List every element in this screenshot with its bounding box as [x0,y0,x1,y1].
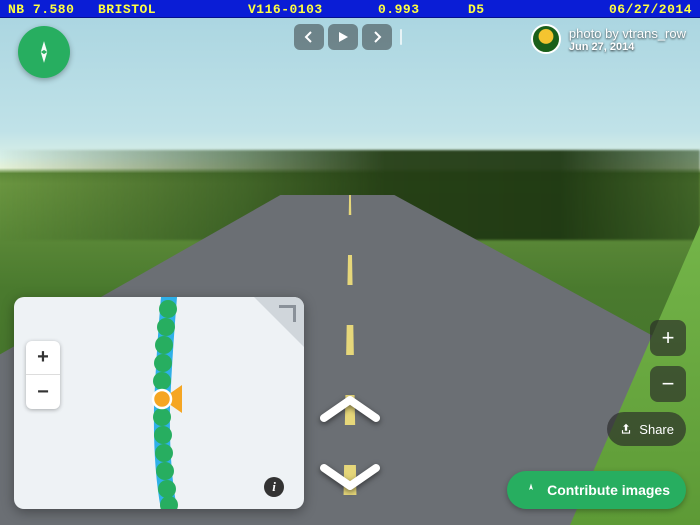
by-prefix: photo by [569,26,623,41]
minimap-zoom-in[interactable]: + [26,341,60,375]
hud-date: 06/27/2014 [609,2,692,17]
next-button[interactable] [362,24,392,50]
compass-icon [31,39,57,65]
street-viewer: NB 7.580 BRISTOL V116-0103 0.993 D5 06/2… [0,0,700,525]
share-label: Share [639,422,674,437]
play-icon [337,31,349,43]
hud-value: 0.993 [378,2,468,17]
share-icon [619,422,633,436]
play-button[interactable] [328,24,358,50]
nav-separator [400,29,402,45]
compass-button[interactable] [18,26,70,78]
hud-bar: NB 7.580 BRISTOL V116-0103 0.993 D5 06/2… [0,0,700,18]
contribute-button[interactable]: Contribute images [507,471,686,509]
zoom-out-button[interactable]: − [650,366,686,402]
hud-district: D5 [468,2,538,17]
right-controls: + − [650,320,686,402]
contribute-label: Contribute images [547,482,670,498]
hud-nb: NB 7.580 [8,2,98,17]
attribution-byline[interactable]: photo by vtrans_row [569,26,686,41]
avatar[interactable] [531,24,561,54]
prev-button[interactable] [294,24,324,50]
chevron-left-icon [303,31,315,43]
minimap[interactable]: + − i [14,297,304,509]
chevron-right-icon [371,31,383,43]
hud-code: V116-0103 [248,2,378,17]
hud-location: BRISTOL [98,2,248,17]
attribution-text: photo by vtrans_row Jun 27, 2014 [569,26,686,53]
contribute-icon [523,482,539,498]
author-name: vtrans_row [622,26,686,41]
minimap-zoom: + − [26,341,60,409]
zoom-in-button[interactable]: + [650,320,686,356]
playback-controls [294,24,406,50]
attribution-date: Jun 27, 2014 [569,41,686,53]
minimap-info-button[interactable]: i [264,477,284,497]
attribution: photo by vtrans_row Jun 27, 2014 [531,24,686,54]
share-button[interactable]: Share [607,412,686,446]
minimap-zoom-out[interactable]: − [26,375,60,409]
